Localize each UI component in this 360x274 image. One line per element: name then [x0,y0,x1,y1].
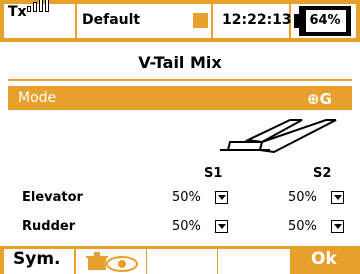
elevator-s1-dropdown-icon[interactable] [215,191,228,204]
mode-label: Mode [18,90,57,106]
model-name: Default [82,12,141,28]
gyro-mode-icon[interactable]: ⊕G [307,90,332,108]
rudder-s1-dropdown-icon[interactable] [215,220,228,233]
button-divider [217,249,218,274]
elevator-s2-dropdown-icon[interactable] [331,191,344,204]
title-divider [8,79,352,81]
clock-time: 12:22:13 [222,12,292,28]
row-label-rudder: Rudder [22,219,76,234]
mode-row[interactable] [8,86,352,110]
button-divider [146,249,147,274]
elevator-s2-value: 50% [288,190,317,205]
page-title: V-Tail Mix [138,53,222,72]
column-header-s2: S2 [313,166,332,181]
rudder-s2-value: 50% [288,219,317,234]
rudder-s1-value: 50% [172,219,201,234]
row-label-elevator: Elevator [22,190,83,205]
tx-label: Tx [8,4,27,20]
rudder-s2-dropdown-icon[interactable] [331,220,344,233]
sym-button-label: Sym. [13,249,61,269]
ok-button[interactable]: Ok [311,249,337,269]
battery-level: 64% [309,13,341,28]
servo-view-icon[interactable] [86,250,142,272]
column-header-s1: S1 [204,166,223,181]
v-tail-diagram-icon [220,119,337,154]
elevator-s1-value: 50% [172,190,201,205]
status-indicator-icon [193,13,208,28]
